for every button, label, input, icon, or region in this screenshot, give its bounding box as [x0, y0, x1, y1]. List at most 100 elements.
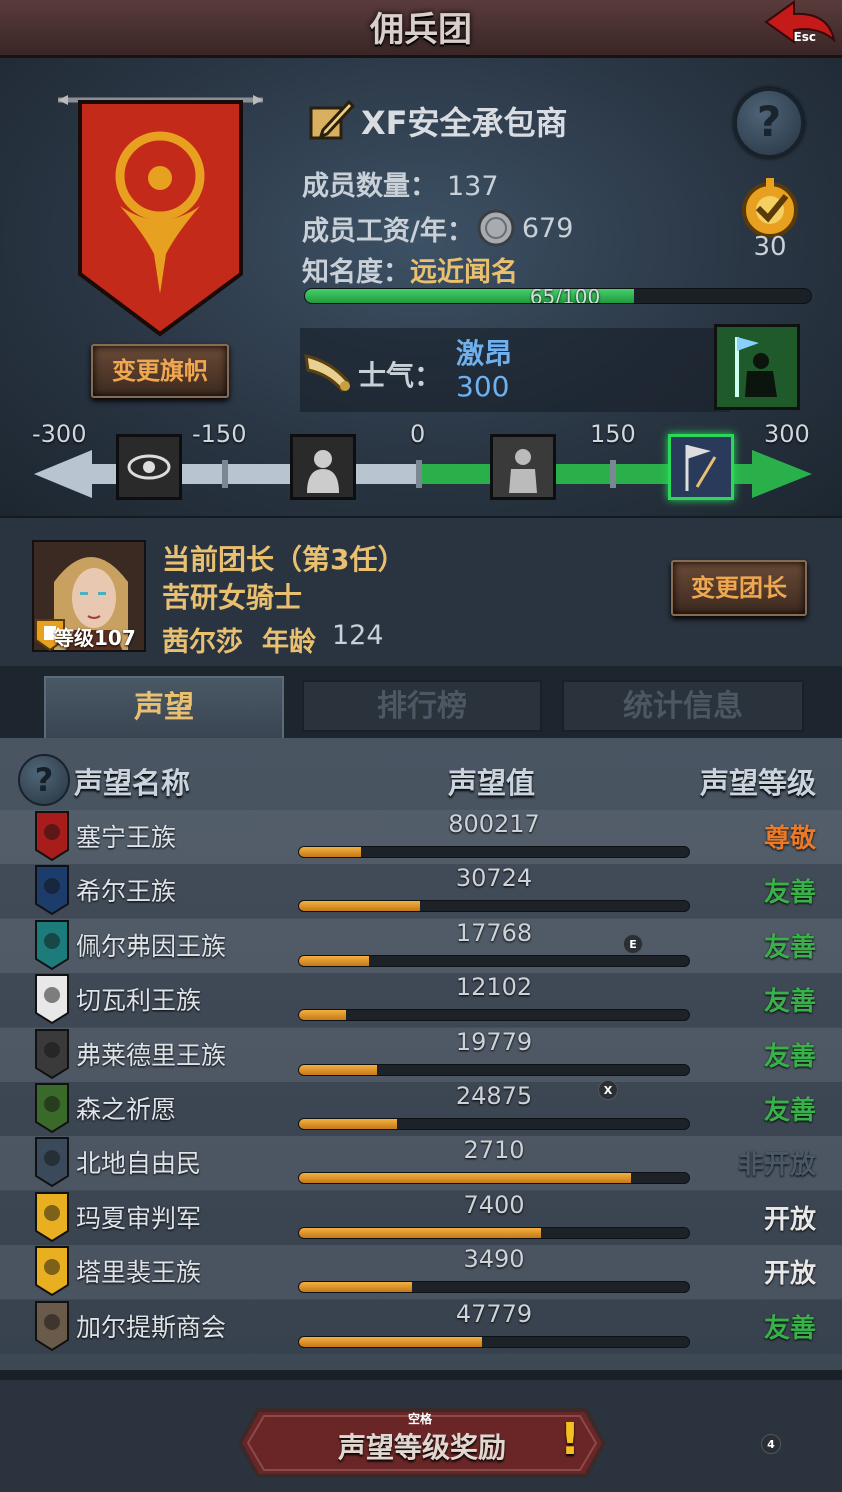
back-arrow-icon: [764, 0, 836, 44]
space-key-label: 空格: [408, 1412, 433, 1426]
morale-rally-icon[interactable]: [714, 324, 800, 410]
header-value: 声望值: [448, 766, 536, 800]
reputation-progress-bar: [298, 1281, 690, 1294]
wage-label: 成员工资/年：: [302, 215, 474, 247]
back-button[interactable]: Esc: [758, 0, 838, 52]
faction-name: 佩尔弗因王族: [76, 931, 227, 961]
faction-name: 希尔王族: [76, 877, 177, 907]
reputation-level: 开放: [763, 1204, 816, 1235]
reputation-level: 友善: [763, 1313, 816, 1344]
company-panel: 变更旗帜 XF安全承包商 成员数量： 137 成员工资/年： 679 知名度：远近…: [0, 58, 842, 516]
banner-emblem-icon: [58, 95, 263, 337]
leader-age: 124: [332, 620, 384, 651]
members-label: 成员数量：: [302, 171, 437, 202]
tab-reputation[interactable]: 声望: [44, 676, 284, 738]
members-stat: 成员数量： 137: [302, 164, 499, 203]
reputation-value: 800217: [448, 810, 540, 838]
header-name: 声望名称: [74, 766, 191, 800]
reputation-progress-fill: [299, 1064, 377, 1075]
faction-crest-icon: [35, 811, 69, 862]
reputation-row[interactable]: 切瓦利王族 12102 友善: [0, 973, 842, 1028]
fame-stat: 知名度：远近闻名: [302, 250, 518, 289]
fame-value: 远近闻名: [410, 257, 518, 288]
reputation-progress-bar: [298, 1172, 690, 1185]
leader-level: 等级107: [54, 626, 136, 650]
faction-crest-icon: [35, 1300, 69, 1351]
company-banner: [58, 94, 263, 344]
leader-name: 茜尔莎: [162, 627, 243, 658]
morale-label: 士气：: [358, 359, 443, 392]
faction-name: 玛夏审判军: [76, 1203, 202, 1233]
reputation-header: ? 声望名称 声望值 声望等级: [0, 752, 842, 808]
reputation-reward-button[interactable]: 空格 声望等级奖励 !: [238, 1408, 606, 1478]
reputation-row[interactable]: 塞宁王族 800217 尊敬: [0, 810, 842, 864]
rank-value: 30: [753, 232, 787, 262]
tab-statistics[interactable]: 统计信息: [562, 680, 804, 732]
reputation-level: 尊敬: [763, 824, 816, 854]
reputation-row[interactable]: 塔里裴王族 3490 开放: [0, 1245, 842, 1300]
faction-name: 塔里裴王族: [76, 1258, 202, 1288]
reward-label: 声望等级奖励: [337, 1431, 506, 1464]
key-hint-x: X: [598, 1080, 618, 1100]
reputation-value: 24875: [455, 1082, 533, 1110]
scale-tick-label: -150: [192, 420, 247, 448]
faction-crest-icon: [35, 919, 69, 970]
reputation-value: 47779: [455, 1299, 533, 1328]
reputation-row[interactable]: 北地自由民 2710 非开放: [0, 1136, 842, 1191]
reputation-progress-fill: [299, 1119, 397, 1129]
reputation-progress-bar: [298, 1118, 690, 1130]
reputation-level: 非开放: [737, 1150, 816, 1181]
reputation-row[interactable]: 加尔提斯商会 47779 友善: [0, 1299, 842, 1354]
reputation-value: 2710: [463, 1136, 525, 1165]
scale-tick-label: -300: [32, 420, 87, 448]
reputation-progress-bar: [298, 954, 690, 967]
sad-mood-icon[interactable]: [290, 434, 356, 500]
key-hint-4: 4: [761, 1434, 781, 1454]
reputation-row[interactable]: 弗莱德里王族 19779 友善: [0, 1027, 842, 1082]
morale-state: 激昂: [456, 337, 513, 370]
key-hint-e: E: [623, 934, 643, 954]
company-name-row: XF安全承包商: [305, 96, 568, 146]
rank-badge: 30: [732, 176, 808, 266]
help-button[interactable]: ?: [734, 88, 804, 158]
reputation-level: 友善: [763, 1041, 816, 1072]
scale-tick-label: 300: [764, 420, 810, 448]
reputation-progress-bar: [298, 1009, 690, 1022]
fame-label: 知名度：: [302, 257, 410, 288]
reputation-progress-bar: [298, 1063, 690, 1076]
reputation-row[interactable]: 玛夏审判军 7400 开放: [0, 1190, 842, 1245]
faction-crest-icon: [35, 1137, 69, 1188]
reputation-progress-fill: [299, 1336, 483, 1347]
high-morale-icon[interactable]: [668, 434, 734, 500]
faction-crest-icon: [35, 865, 69, 916]
reputation-progress-bar: [298, 900, 690, 913]
title-bar: 佣兵团 Esc: [0, 0, 842, 58]
esc-key-label: Esc: [793, 30, 816, 44]
members-value: 137: [447, 171, 499, 202]
company-name: XF安全承包商: [361, 104, 568, 142]
edit-name-icon[interactable]: [305, 96, 355, 146]
change-leader-button[interactable]: 变更团长: [671, 560, 807, 616]
reputation-progress-bar: [298, 1226, 690, 1239]
alert-icon: !: [560, 1414, 581, 1465]
fame-progress-bar: 65/100: [304, 288, 812, 304]
scale-tick-label: 150: [590, 420, 636, 448]
tab-leaderboard[interactable]: 排行榜: [302, 680, 542, 732]
silver-coin-icon: [477, 209, 515, 247]
despair-mood-icon[interactable]: [116, 434, 182, 500]
morale-value: 300: [456, 370, 510, 403]
faction-crest-icon: [35, 1028, 69, 1079]
fame-progress-text: 65/100: [529, 288, 601, 304]
change-banner-button[interactable]: 变更旗帜: [91, 344, 229, 398]
calm-mood-icon[interactable]: [490, 434, 556, 500]
reputation-row[interactable]: 森之祈愿 24875 友善: [0, 1082, 842, 1136]
reputation-progress-fill: [299, 955, 370, 966]
faction-name: 北地自由民: [76, 1149, 202, 1179]
reputation-help-button[interactable]: ?: [18, 754, 70, 806]
reputation-progress-bar: [298, 846, 690, 858]
reputation-value: 7400: [463, 1190, 525, 1219]
reputation-row[interactable]: 佩尔弗因王族 17768 友善: [0, 918, 842, 973]
reputation-row[interactable]: 希尔王族 30724 友善: [0, 864, 842, 919]
header-level: 声望等级: [699, 766, 816, 800]
reputation-progress-fill: [299, 1282, 413, 1293]
